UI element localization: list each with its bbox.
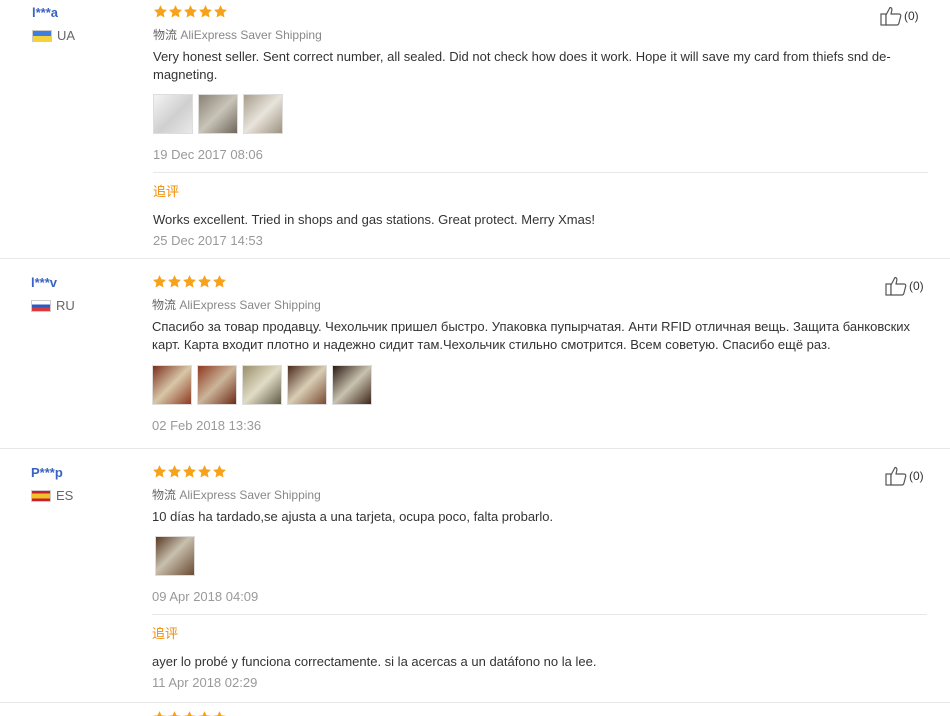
star-rating xyxy=(152,464,927,480)
review-date: 19 Dec 2017 08:06 xyxy=(153,147,263,162)
star-icon xyxy=(167,710,182,716)
star-rating xyxy=(152,274,927,290)
review-date: 09 Apr 2018 04:09 xyxy=(152,589,259,604)
review-photo[interactable] xyxy=(155,536,195,576)
country-code: RU xyxy=(56,298,75,313)
review-photo[interactable] xyxy=(198,94,238,134)
reviewer-name[interactable]: l***a xyxy=(32,4,75,22)
helpful-button[interactable]: (0) xyxy=(880,6,919,26)
star-icon xyxy=(198,4,213,19)
followup-label: 追评 xyxy=(152,626,179,641)
ukraine-flag-icon xyxy=(32,29,52,42)
review-item: l***v RU 物流 AliExpress Saver Shipping Сп… xyxy=(0,274,950,449)
shipping-label: 物流 xyxy=(152,488,177,502)
star-icon xyxy=(168,4,183,19)
review-photo[interactable] xyxy=(243,94,283,134)
review-body: 物流 AliExpress Saver Shipping Спасибо за … xyxy=(152,274,927,435)
star-icon xyxy=(152,464,167,479)
reviewer-country: RU xyxy=(31,298,75,313)
star-icon xyxy=(152,710,167,716)
shipping-name: AliExpress Saver Shipping xyxy=(179,488,321,502)
helpful-count: (0) xyxy=(909,279,924,293)
star-icon xyxy=(212,710,227,716)
star-icon xyxy=(182,710,197,716)
star-icon xyxy=(167,464,182,479)
helpful-button[interactable]: (0) xyxy=(885,466,924,486)
review-item: l***a UA 物流 AliExpress Saver Shipping Ve… xyxy=(0,4,950,259)
russia-flag-icon xyxy=(31,299,51,312)
shipping-method: 物流 AliExpress Saver Shipping xyxy=(153,27,928,43)
reviewer-info: l***a UA xyxy=(32,4,75,43)
star-icon xyxy=(212,464,227,479)
thumbs-up-icon xyxy=(880,6,904,26)
review-date: 02 Feb 2018 13:36 xyxy=(152,418,262,433)
star-rating xyxy=(152,710,927,716)
review-photo[interactable] xyxy=(153,94,193,134)
star-icon xyxy=(182,464,197,479)
reviewer-info: l***v RU xyxy=(31,274,75,313)
spain-flag-icon xyxy=(31,489,51,502)
reviewer-name[interactable]: P***p xyxy=(31,464,73,482)
star-icon xyxy=(182,274,197,289)
shipping-name: AliExpress Saver Shipping xyxy=(179,298,321,312)
review-photo[interactable] xyxy=(332,365,372,405)
helpful-button[interactable]: (0) xyxy=(885,276,924,296)
review-item: P***p ES 物流 AliExpress Saver Shipping 10… xyxy=(0,464,950,703)
review-photos xyxy=(152,365,927,405)
followup-text: Works excellent. Tried in shops and gas … xyxy=(153,212,595,227)
followup-divider xyxy=(152,614,927,615)
reviewer-country: ES xyxy=(31,488,73,503)
followup-label: 追评 xyxy=(153,184,180,199)
followup-date: 25 Dec 2017 14:53 xyxy=(153,233,263,248)
review-photo[interactable] xyxy=(287,365,327,405)
review-photo[interactable] xyxy=(152,365,192,405)
thumbs-up-icon xyxy=(885,276,909,296)
country-code: UA xyxy=(57,28,76,43)
star-icon xyxy=(212,274,227,289)
review-text: Very honest seller. Sent correct number,… xyxy=(153,49,891,82)
star-icon xyxy=(197,710,212,716)
star-rating xyxy=(153,4,928,20)
review-photos xyxy=(153,94,928,134)
review-body: 物流 AliExpress Saver Shipping 10 días ha … xyxy=(152,464,927,692)
review-photo[interactable] xyxy=(242,365,282,405)
star-icon xyxy=(213,4,228,19)
star-icon xyxy=(183,4,198,19)
shipping-name: AliExpress Saver Shipping xyxy=(180,28,322,42)
reviewer-info: P***p ES xyxy=(31,464,73,503)
star-icon xyxy=(152,274,167,289)
review-text: 10 días ha tardado,se ajusta a una tarje… xyxy=(152,509,554,524)
review-item xyxy=(0,710,950,716)
shipping-label: 物流 xyxy=(153,28,178,42)
shipping-label: 物流 xyxy=(152,298,177,312)
review-body: 物流 AliExpress Saver Shipping Very honest… xyxy=(153,4,928,250)
review-photos xyxy=(155,536,927,576)
helpful-count: (0) xyxy=(904,9,919,23)
followup-text: ayer lo probé y funciona correctamente. … xyxy=(152,654,597,669)
followup-divider xyxy=(153,172,928,173)
helpful-count: (0) xyxy=(909,469,924,483)
star-icon xyxy=(197,274,212,289)
review-body xyxy=(152,710,927,716)
shipping-method: 物流 AliExpress Saver Shipping xyxy=(152,297,927,313)
thumbs-up-icon xyxy=(885,466,909,486)
review-text: Спасибо за товар продавцу. Чехольчик при… xyxy=(152,319,911,352)
shipping-method: 物流 AliExpress Saver Shipping xyxy=(152,487,927,503)
reviewer-name[interactable]: l***v xyxy=(31,274,75,292)
star-icon xyxy=(167,274,182,289)
followup-date: 11 Apr 2018 02:29 xyxy=(152,675,258,690)
country-code: ES xyxy=(56,488,74,503)
reviewer-country: UA xyxy=(32,28,75,43)
review-photo[interactable] xyxy=(197,365,237,405)
star-icon xyxy=(153,4,168,19)
star-icon xyxy=(197,464,212,479)
